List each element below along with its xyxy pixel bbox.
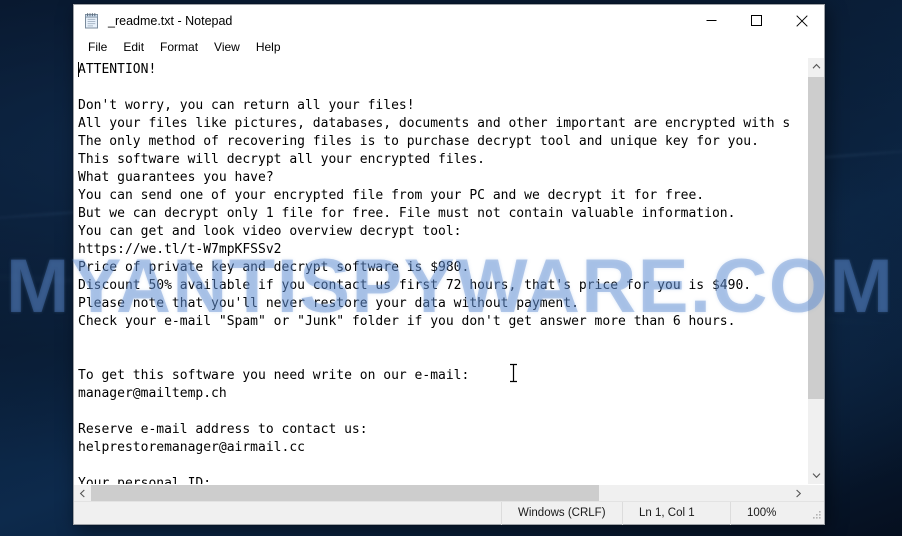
menu-bar: File Edit Format View Help (74, 36, 824, 57)
notepad-window: _readme.txt - Notepad File Edit Format V… (73, 4, 825, 525)
horizontal-scrollbar[interactable] (74, 484, 824, 501)
menu-item-file[interactable]: File (80, 38, 115, 56)
minimize-button[interactable] (689, 6, 734, 36)
status-cursor-position: Ln 1, Col 1 (622, 501, 730, 525)
menu-item-edit[interactable]: Edit (115, 38, 152, 56)
scroll-left-icon[interactable] (74, 485, 91, 501)
menu-item-view[interactable]: View (206, 38, 248, 56)
maximize-button[interactable] (734, 6, 779, 36)
scroll-right-icon[interactable] (790, 485, 807, 501)
status-bar: Windows (CRLF) Ln 1, Col 1 100% (74, 501, 824, 525)
status-encoding: Windows (CRLF) (501, 501, 622, 525)
scroll-up-icon[interactable] (808, 58, 824, 75)
menu-item-help[interactable]: Help (248, 38, 289, 56)
editor-region: ATTENTION! Don't worry, you can return a… (74, 57, 824, 484)
text-caret (78, 62, 79, 77)
window-title: _readme.txt - Notepad (108, 13, 233, 28)
close-button[interactable] (779, 6, 824, 36)
ransom-note-text[interactable]: ATTENTION! Don't worry, you can return a… (78, 61, 807, 484)
title-bar[interactable]: _readme.txt - Notepad (74, 5, 824, 36)
vertical-scrollbar[interactable] (807, 58, 824, 484)
horizontal-scrollbar-track[interactable] (91, 485, 790, 501)
text-editor-area[interactable]: ATTENTION! Don't worry, you can return a… (74, 58, 807, 484)
vertical-scrollbar-thumb[interactable] (808, 77, 824, 399)
scroll-down-icon[interactable] (808, 467, 824, 484)
scrollbar-corner (807, 485, 824, 501)
vertical-scrollbar-track[interactable] (808, 75, 824, 467)
resize-grip[interactable] (810, 510, 822, 522)
horizontal-scrollbar-thumb[interactable] (91, 485, 599, 501)
notepad-icon (83, 12, 101, 30)
menu-item-format[interactable]: Format (152, 38, 206, 56)
